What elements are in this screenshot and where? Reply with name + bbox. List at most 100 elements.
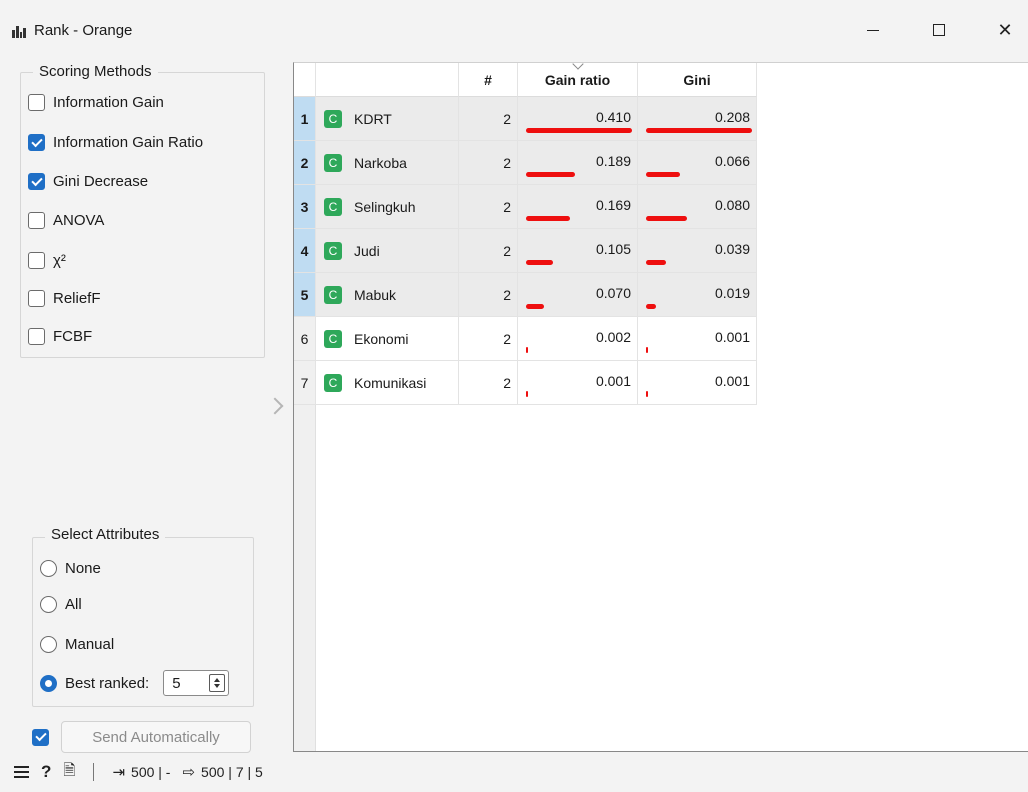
attribute-cell: C Selingkuh	[316, 185, 459, 229]
categorical-icon: C	[324, 109, 342, 128]
attribute-name: Judi	[354, 242, 380, 259]
close-button[interactable]: ✕	[982, 14, 1028, 46]
scoring-method-4[interactable]: χ²	[28, 252, 66, 269]
row-index[interactable]: 2	[294, 141, 316, 185]
row-index[interactable]: 7	[294, 361, 316, 405]
scoring-method-1[interactable]: Information Gain Ratio	[28, 134, 203, 151]
gain-ratio-cell: 0.189	[518, 141, 638, 185]
corner-header[interactable]	[294, 63, 316, 97]
table-row[interactable]: 6 C Ekonomi 2 0.002 0.001	[294, 317, 757, 361]
scoring-method-checkbox[interactable]	[28, 252, 45, 269]
minimize-button[interactable]	[850, 14, 896, 46]
table-row[interactable]: 2 C Narkoba 2 0.189 0.066	[294, 141, 757, 185]
send-automatically-button[interactable]: Send Automatically	[61, 721, 251, 753]
maximize-button[interactable]	[916, 14, 962, 46]
attribute-cell: C Mabuk	[316, 273, 459, 317]
count-cell: 2	[459, 229, 518, 273]
categorical-icon: C	[324, 329, 342, 348]
table-row[interactable]: 3 C Selingkuh 2 0.169 0.080	[294, 185, 757, 229]
select-option-0[interactable]: None	[40, 560, 101, 577]
select-option-label: All	[65, 596, 82, 613]
scoring-method-label: Information Gain Ratio	[53, 134, 204, 151]
count-cell: 2	[459, 317, 518, 361]
attribute-cell: C Judi	[316, 229, 459, 273]
count-cell: 2	[459, 273, 518, 317]
scoring-method-checkbox[interactable]	[28, 173, 45, 190]
header-attribute[interactable]	[316, 63, 459, 97]
header-gain-ratio-label: Gain ratio	[544, 71, 611, 88]
gain-ratio-bar	[526, 391, 528, 397]
gini-bar	[646, 391, 648, 397]
table-row[interactable]: 4 C Judi 2 0.105 0.039	[294, 229, 757, 273]
row-index[interactable]: 5	[294, 273, 316, 317]
help-icon[interactable]: ?	[41, 762, 51, 782]
window-title: Rank - Orange	[34, 22, 133, 39]
scoring-method-6[interactable]: FCBF	[28, 328, 92, 345]
report-icon[interactable]: 🗎	[63, 760, 75, 785]
scoring-method-0[interactable]: Information Gain	[28, 94, 164, 111]
scoring-method-label: Gini Decrease	[53, 173, 149, 190]
gini-bar	[646, 347, 648, 353]
gini-cell: 0.001	[638, 361, 757, 405]
send-automatically-checkbox[interactable]	[32, 728, 49, 746]
row-index[interactable]: 1	[294, 97, 316, 141]
scoring-method-2[interactable]: Gini Decrease	[28, 173, 148, 190]
categorical-icon: C	[324, 241, 342, 260]
gain-ratio-cell: 0.001	[518, 361, 638, 405]
status-bar: ? 🗎 ⇥ 500 | - ⇨ 500 | 7 | 5	[0, 752, 1028, 792]
close-icon: ✕	[997, 19, 1013, 40]
best-ranked-spinbox[interactable]: 5	[163, 670, 230, 696]
row-index[interactable]: 6	[294, 317, 316, 361]
select-option-label: Manual	[65, 636, 115, 653]
select-option-radio[interactable]	[40, 636, 57, 653]
table-row[interactable]: 1 C KDRT 2 0.410 0.208	[294, 97, 757, 141]
table-row[interactable]: 7 C Komunikasi 2 0.001 0.001	[294, 361, 757, 405]
select-option-radio[interactable]	[40, 596, 57, 613]
select-option-3[interactable]: Best ranked: 5	[40, 670, 230, 696]
gain-ratio-bar	[526, 172, 575, 177]
attribute-name: Narkoba	[354, 154, 407, 171]
header-gini[interactable]: Gini	[638, 63, 757, 97]
categorical-icon: C	[324, 373, 342, 392]
header-gain-ratio[interactable]: Gain ratio	[518, 58, 638, 97]
gini-cell: 0.001	[638, 317, 757, 361]
select-option-radio[interactable]	[40, 560, 57, 577]
attribute-cell: C Ekonomi	[316, 317, 459, 361]
gain-ratio-cell: 0.410	[518, 97, 638, 141]
gain-ratio-value: 0.169	[595, 197, 631, 213]
scoring-method-checkbox[interactable]	[28, 328, 45, 345]
count-cell: 2	[459, 141, 518, 185]
count-cell: 2	[459, 361, 518, 405]
scoring-method-label: ReliefF	[53, 290, 101, 307]
attribute-cell: C Narkoba	[316, 141, 459, 185]
scoring-method-checkbox[interactable]	[28, 94, 45, 111]
select-option-radio[interactable]	[40, 674, 57, 692]
scoring-method-3[interactable]: ANOVA	[28, 212, 104, 229]
gain-ratio-cell: 0.002	[518, 317, 638, 361]
table-row[interactable]: 5 C Mabuk 2 0.070 0.019	[294, 273, 757, 317]
gini-cell: 0.039	[638, 229, 757, 273]
scoring-method-5[interactable]: ReliefF	[28, 290, 101, 307]
scoring-method-checkbox[interactable]	[28, 134, 45, 151]
select-option-2[interactable]: Manual	[40, 636, 114, 653]
scoring-method-checkbox[interactable]	[28, 290, 45, 307]
gini-bar	[646, 304, 656, 309]
row-index[interactable]: 4	[294, 229, 316, 273]
row-index[interactable]: 3	[294, 185, 316, 229]
select-option-1[interactable]: All	[40, 596, 82, 613]
scoring-method-checkbox[interactable]	[28, 212, 45, 229]
best-ranked-value: 5	[172, 675, 181, 692]
attribute-name: KDRT	[354, 110, 392, 127]
gini-bar	[646, 172, 680, 177]
spin-arrows-icon[interactable]	[209, 674, 226, 692]
header-count[interactable]: #	[459, 63, 518, 97]
menu-icon[interactable]	[14, 766, 29, 778]
count-cell: 2	[459, 185, 518, 229]
gini-cell: 0.208	[638, 97, 757, 141]
chevron-right-icon[interactable]	[268, 396, 282, 418]
attribute-name: Selingkuh	[354, 198, 416, 215]
gini-bar	[646, 260, 666, 265]
gain-ratio-bar	[526, 304, 544, 309]
output-icon: ⇨	[182, 764, 196, 781]
gain-ratio-value: 0.189	[595, 153, 631, 169]
